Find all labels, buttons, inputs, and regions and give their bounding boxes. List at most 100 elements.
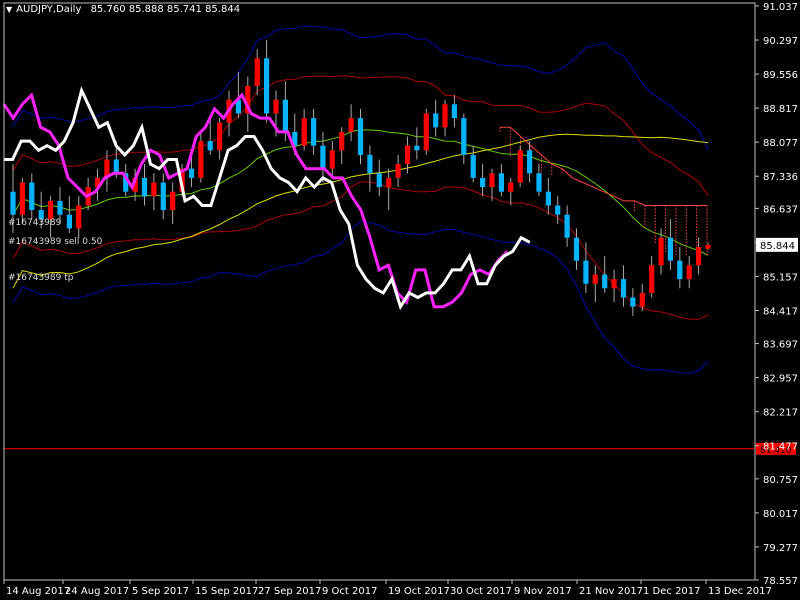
- dropdown-triangle-icon[interactable]: ▼: [6, 5, 12, 14]
- candle-body[interactable]: [264, 58, 270, 114]
- candle-body[interactable]: [602, 274, 608, 289]
- candle-body[interactable]: [480, 177, 486, 188]
- candle-body[interactable]: [207, 141, 213, 151]
- candle-body[interactable]: [508, 182, 514, 192]
- x-tick-label: 24 Aug 2017: [65, 586, 129, 597]
- x-tick-label: 14 Aug 2017: [6, 586, 70, 597]
- symbol-label: AUDJPY,Daily: [16, 4, 82, 15]
- candle-body[interactable]: [620, 279, 627, 298]
- y-tick-label: 80.757: [763, 475, 798, 486]
- candle-body[interactable]: [555, 205, 561, 215]
- x-tick-label: 9 Oct 2017: [322, 586, 377, 597]
- candle-body[interactable]: [630, 297, 636, 307]
- y-tick-label: 86.637: [763, 204, 798, 215]
- order-sell-label[interactable]: #16743989 sell 0.50: [8, 237, 102, 247]
- candle-body[interactable]: [583, 260, 589, 284]
- y-tick-label: 89.556: [763, 70, 798, 81]
- x-tick-label: 15 Sep 2017: [195, 586, 258, 597]
- candle-body[interactable]: [282, 99, 288, 132]
- candle-body[interactable]: [160, 182, 166, 211]
- candle-body[interactable]: [517, 150, 523, 183]
- candle-body[interactable]: [423, 113, 429, 151]
- candle-body[interactable]: [705, 244, 711, 249]
- candle-body[interactable]: [573, 237, 580, 261]
- order-tp-label[interactable]: #16743989 tp: [8, 273, 73, 283]
- price-chart[interactable]: 81.41091.03790.29789.55688.81788.07787.3…: [0, 0, 800, 600]
- candle-body[interactable]: [10, 191, 16, 215]
- candle-body[interactable]: [301, 118, 307, 146]
- x-tick-label: 27 Sep 2017: [258, 586, 321, 597]
- candle-body[interactable]: [348, 118, 354, 132]
- candle-body[interactable]: [404, 145, 411, 165]
- chart-header: ▼ AUDJPY,Daily 85.760 85.888 85.741 85.84…: [6, 4, 240, 15]
- candle-body[interactable]: [386, 177, 392, 188]
- candle-body[interactable]: [451, 104, 457, 119]
- candle-body[interactable]: [395, 164, 401, 178]
- x-tick-label: 19 Oct 2017: [388, 586, 450, 597]
- candle-body[interactable]: [198, 141, 204, 178]
- y-tick-label: 88.077: [763, 138, 798, 149]
- candle-body[interactable]: [414, 145, 420, 151]
- y-tick-label: 79.277: [763, 543, 798, 554]
- chart-background: [0, 0, 800, 600]
- candle-body[interactable]: [357, 118, 364, 155]
- candle-body[interactable]: [639, 292, 645, 307]
- x-tick-label: 9 Nov 2017: [514, 586, 572, 597]
- candle-body[interactable]: [320, 145, 326, 169]
- x-tick-label: 1 Dec 2017: [643, 586, 701, 597]
- candle-body[interactable]: [658, 237, 664, 266]
- y-tick-label: 80.017: [763, 509, 798, 520]
- candle-body[interactable]: [170, 191, 176, 211]
- candle-body[interactable]: [536, 173, 542, 192]
- candle-body[interactable]: [592, 274, 598, 284]
- candle-body[interactable]: [376, 173, 382, 188]
- candle-body[interactable]: [141, 177, 148, 197]
- current-price-label: 85.844: [760, 241, 795, 252]
- candle-body[interactable]: [367, 154, 373, 174]
- candle-body[interactable]: [545, 191, 551, 206]
- candle-body[interactable]: [667, 237, 673, 261]
- candle-body[interactable]: [498, 173, 504, 192]
- candle-body[interactable]: [273, 99, 279, 114]
- candle-body[interactable]: [686, 265, 692, 280]
- candle-body[interactable]: [19, 182, 25, 215]
- candle-body[interactable]: [29, 182, 35, 211]
- candle-body[interactable]: [76, 205, 82, 229]
- candle-body[interactable]: [564, 214, 570, 238]
- candle-body[interactable]: [649, 265, 655, 293]
- candle-body[interactable]: [527, 150, 533, 174]
- candle-body[interactable]: [696, 246, 702, 266]
- candle-body[interactable]: [311, 118, 317, 146]
- y-tick-label: 81.477: [763, 442, 798, 453]
- y-tick-label: 85.157: [763, 272, 798, 283]
- candle-body[interactable]: [433, 113, 439, 128]
- candle-body[interactable]: [442, 104, 448, 128]
- candle-body[interactable]: [611, 279, 617, 289]
- candle-body[interactable]: [66, 214, 72, 229]
- y-tick-label: 84.417: [763, 306, 798, 317]
- order-entry-label[interactable]: #16743989: [8, 218, 61, 228]
- candle-body[interactable]: [151, 182, 157, 197]
- y-tick-label: 87.336: [763, 172, 798, 183]
- candle-body[interactable]: [217, 122, 223, 151]
- y-tick-label: 88.817: [763, 104, 798, 115]
- candle-body[interactable]: [188, 168, 195, 178]
- x-tick-label: 13 Dec 2017: [708, 586, 772, 597]
- candle-body[interactable]: [57, 200, 63, 215]
- candle-body[interactable]: [329, 150, 335, 169]
- candle-body[interactable]: [339, 131, 345, 151]
- y-tick-label: 83.697: [763, 340, 798, 351]
- candle-body[interactable]: [113, 159, 119, 174]
- y-tick-label: 90.297: [763, 36, 798, 47]
- candle-body[interactable]: [48, 200, 54, 220]
- y-tick-label: 82.957: [763, 374, 798, 385]
- candle-body[interactable]: [470, 154, 476, 178]
- x-tick-label: 30 Oct 2017: [450, 586, 512, 597]
- candle-body[interactable]: [677, 260, 683, 280]
- ohlc-readout: 85.760 85.888 85.741 85.844: [90, 4, 241, 15]
- candle-body[interactable]: [254, 58, 260, 86]
- y-tick-label: 82.217: [763, 408, 798, 419]
- candle-body[interactable]: [461, 118, 467, 155]
- y-tick-label: 91.037: [763, 2, 798, 13]
- candle-body[interactable]: [489, 173, 495, 188]
